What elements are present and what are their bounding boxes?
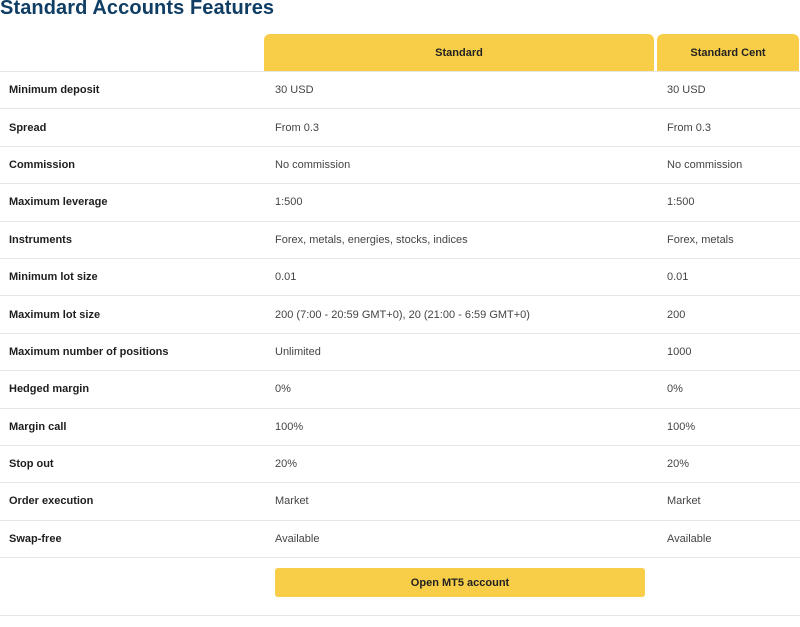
standard-value: 20% <box>275 458 298 471</box>
cent-value: No commission <box>667 158 743 171</box>
standard-value: Forex, metals, energies, stocks, indices <box>275 233 468 246</box>
standard-value: Available <box>275 532 320 545</box>
table-header: Standard Standard Cent <box>0 34 800 72</box>
row-label: Maximum lot size <box>9 308 101 321</box>
row-label: Instruments <box>9 233 72 246</box>
table-row: Order execution Market Market <box>0 483 800 521</box>
page: Standard Accounts Features Standard Stan… <box>0 0 800 627</box>
cent-value: From 0.3 <box>667 121 712 134</box>
table-row: Maximum lot size 200 (7:00 - 20:59 GMT+0… <box>0 296 800 334</box>
row-label: Swap-free <box>9 532 62 545</box>
row-label: Minimum deposit <box>9 84 100 97</box>
standard-value: 0% <box>275 383 291 396</box>
row-label: Spread <box>9 121 47 134</box>
cent-value: 1000 <box>667 345 692 358</box>
cent-value: 100% <box>667 420 696 433</box>
table-row: Minimum deposit 30 USD 30 USD <box>0 72 800 110</box>
cent-value: Market <box>667 495 701 508</box>
standard-value: 100% <box>275 420 304 433</box>
column-header-standard: Standard <box>264 34 654 71</box>
cent-value: 0.01 <box>667 271 689 284</box>
table-row: Maximum leverage 1:500 1:500 <box>0 184 800 222</box>
table-row: Swap-free Available Available <box>0 521 800 559</box>
table-row: Instruments Forex, metals, energies, sto… <box>0 222 800 259</box>
open-mt5-account-button[interactable]: Open MT5 account <box>275 568 645 597</box>
row-label: Minimum lot size <box>9 271 98 284</box>
standard-value: Market <box>275 495 309 508</box>
row-label: Maximum leverage <box>9 196 108 209</box>
row-label: Order execution <box>9 495 94 508</box>
cent-value: 1:500 <box>667 196 695 209</box>
cent-value: 200 <box>667 308 686 321</box>
cent-value: 30 USD <box>667 84 706 97</box>
cent-value: Forex, metals <box>667 233 734 246</box>
row-label: Hedged margin <box>9 383 90 396</box>
features-table: Minimum deposit 30 USD 30 USD Spread Fro… <box>0 72 800 559</box>
table-row: Minimum lot size 0.01 0.01 <box>0 259 800 297</box>
row-label: Commission <box>9 158 76 171</box>
standard-value: 0.01 <box>275 271 297 284</box>
row-label: Margin call <box>9 420 67 433</box>
table-row: Hedged margin 0% 0% <box>0 371 800 409</box>
table-footer: Open MT5 account <box>0 558 800 616</box>
standard-value: No commission <box>275 158 351 171</box>
table-row: Margin call 100% 100% <box>0 409 800 446</box>
standard-value: Unlimited <box>275 345 321 358</box>
standard-value: 200 (7:00 - 20:59 GMT+0), 20 (21:00 - 6:… <box>275 308 530 321</box>
cent-value: 20% <box>667 458 690 471</box>
row-label: Maximum number of positions <box>9 345 169 358</box>
page-title: Standard Accounts Features <box>0 0 275 19</box>
cent-value: 0% <box>667 383 683 396</box>
table-row: Spread From 0.3 From 0.3 <box>0 109 800 147</box>
table-row: Commission No commission No commission <box>0 147 800 185</box>
column-header-standard-cent: Standard Cent <box>657 34 799 71</box>
cent-value: Available <box>667 532 712 545</box>
standard-value: 1:500 <box>275 196 303 209</box>
table-row: Stop out 20% 20% <box>0 446 800 484</box>
standard-value: From 0.3 <box>275 121 320 134</box>
standard-value: 30 USD <box>275 84 314 97</box>
row-label: Stop out <box>9 458 54 471</box>
table-row: Maximum number of positions Unlimited 10… <box>0 334 800 372</box>
